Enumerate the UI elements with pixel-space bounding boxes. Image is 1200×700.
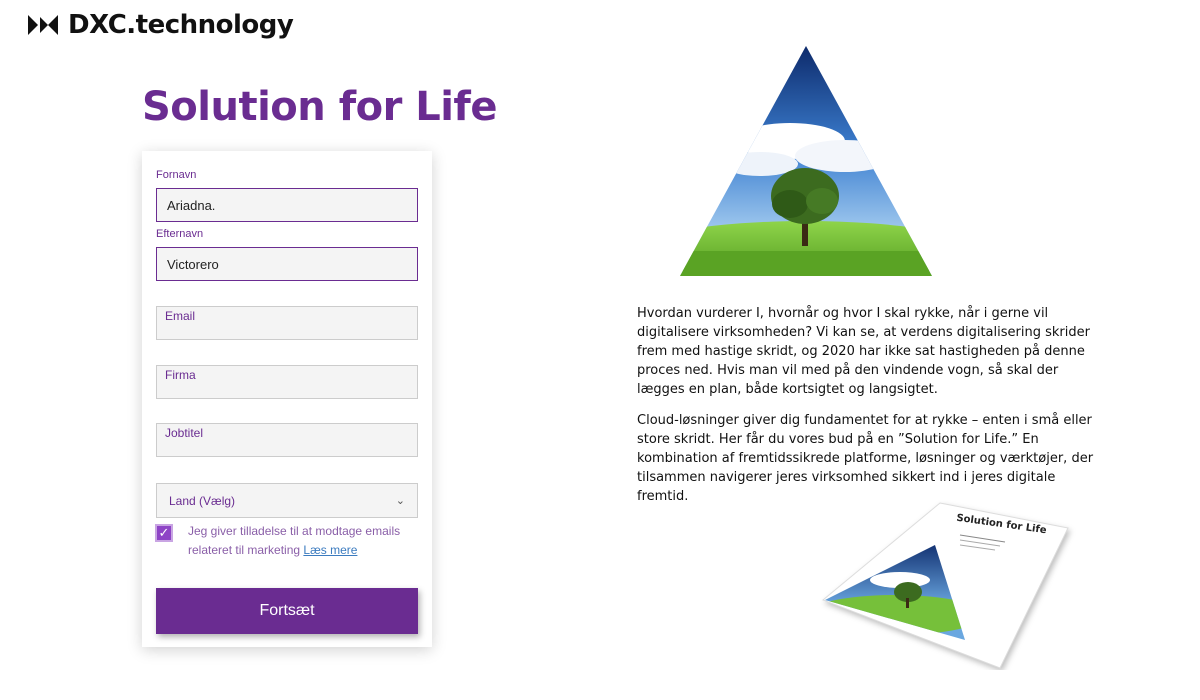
read-more-link[interactable]: Læs mere xyxy=(303,543,357,557)
company-field[interactable] xyxy=(156,365,418,399)
first-name-label: Fornavn xyxy=(156,169,197,181)
first-name-field[interactable] xyxy=(156,188,418,222)
description: Hvordan vurderer I, hvornår og hvor I sk… xyxy=(637,304,1097,518)
brand-name: DXC.technology xyxy=(68,10,294,40)
hero-tree-image xyxy=(680,46,932,276)
last-name-label: Efternavn xyxy=(156,228,204,240)
lead-form: Fornavn Efternavn Email Firma Jobtitel L… xyxy=(142,151,432,647)
consent-checkbox[interactable]: ✓ xyxy=(155,524,173,542)
checkmark-icon: ✓ xyxy=(158,525,170,541)
page-title: Solution for Life xyxy=(142,84,497,130)
country-select-value: Land (Vælg) xyxy=(169,493,236,508)
description-paragraph-2: Cloud-løsninger giver dig fundamentet fo… xyxy=(637,413,1094,504)
brand-logo[interactable]: DXC.technology xyxy=(28,10,294,40)
job-title-field[interactable] xyxy=(156,423,418,457)
country-select[interactable]: Land (Vælg) ⌄ xyxy=(156,483,418,518)
description-paragraph-1: Hvordan vurderer I, hvornår og hvor I sk… xyxy=(637,306,1090,397)
chevron-down-icon: ⌄ xyxy=(395,495,405,507)
continue-button[interactable]: Fortsæt xyxy=(156,588,418,634)
consent-label: Jeg giver tilladelse til at modtage emai… xyxy=(188,524,401,557)
dxc-logo-icon xyxy=(28,15,58,35)
email-field[interactable] xyxy=(156,306,418,340)
consent-text: Jeg giver tilladelse til at modtage emai… xyxy=(188,522,418,560)
last-name-field[interactable] xyxy=(156,247,418,281)
